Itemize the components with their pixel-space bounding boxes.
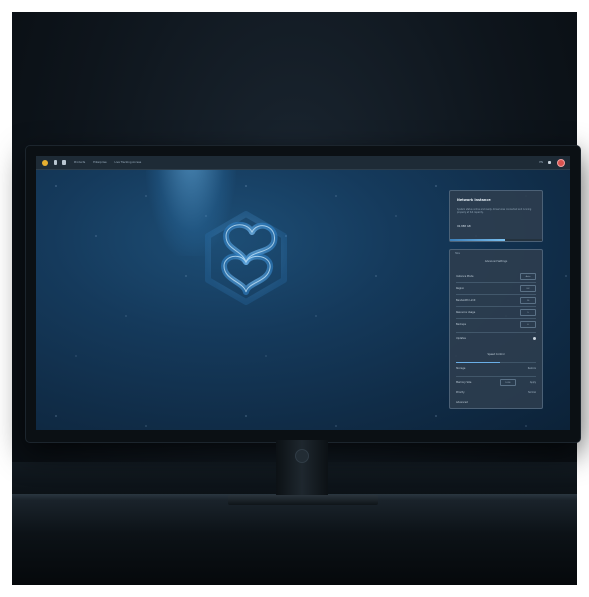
row-label: Bandwidth Limit <box>456 299 476 302</box>
memory-input[interactable]: 1024 <box>499 379 516 386</box>
card-description: System status online and ready. All serv… <box>457 208 532 215</box>
clipboard-icon[interactable] <box>62 160 66 165</box>
slider-fill <box>456 362 500 363</box>
hexagonal-knot-emblem-icon <box>205 211 287 305</box>
top-navigation-bar: Products Enterprise Live Tracking Access… <box>36 156 570 170</box>
divider <box>456 376 536 377</box>
settings-row-resource: Resource Usage 5 <box>456 308 536 317</box>
network-summary-card: Network Instance System status online an… <box>449 190 543 242</box>
row-label: Region <box>456 287 465 290</box>
card-value: 92,888 GB <box>457 225 471 228</box>
bandwidth-stepper[interactable]: 10 <box>520 297 536 304</box>
slider-label: Speed Control <box>487 353 505 356</box>
speed-control-row: Speed Control <box>456 350 536 359</box>
card-title: Network Instance <box>457 198 491 202</box>
row-label: Backups <box>456 323 467 326</box>
nav-item-live-tracking[interactable]: Live Tracking Access <box>115 161 142 164</box>
settings-panel: Tabs Advanced Settings Instance Mode Aut… <box>449 249 543 409</box>
card-progress-fill <box>450 239 506 241</box>
row-label: Instance Mode <box>456 275 474 278</box>
monitor-screen: Products Enterprise Live Tracking Access… <box>36 156 570 430</box>
settings-row-region: Region EU <box>456 284 536 293</box>
document-icon[interactable] <box>54 160 57 165</box>
panel-header: Tabs <box>455 252 460 255</box>
region-select[interactable]: EU <box>520 285 536 292</box>
settings-row-bandwidth: Bandwidth Limit 10 <box>456 296 536 305</box>
row-label: Storage <box>456 367 466 370</box>
apply-button[interactable]: Apply <box>530 381 536 384</box>
settings-row-backups: Backups 6 <box>456 320 536 329</box>
divider <box>456 294 536 295</box>
restore-button[interactable]: Restore <box>528 367 536 370</box>
language-selector[interactable]: EN <box>539 161 543 164</box>
row-label: Memory Size <box>456 381 472 384</box>
power-button[interactable] <box>295 449 309 463</box>
gear-icon[interactable] <box>533 337 536 340</box>
storage-row: Storage Restore <box>456 364 536 373</box>
speed-slider[interactable] <box>456 362 536 363</box>
backups-stepper[interactable]: 6 <box>520 321 536 328</box>
desk <box>12 500 577 585</box>
panel-footer: Advanced <box>456 398 536 407</box>
card-progress-bar <box>450 239 542 241</box>
nav-item-products[interactable]: Products <box>74 161 85 164</box>
instance-mode-select[interactable]: Auto <box>520 273 536 280</box>
divider <box>456 332 536 333</box>
divider <box>456 282 536 283</box>
row-label: Priority <box>456 391 465 394</box>
priority-row: Priority Normal <box>456 388 536 397</box>
priority-select[interactable]: Normal <box>528 391 536 394</box>
row-label: Updates <box>456 337 466 340</box>
settings-row-instance-mode: Instance Mode Auto <box>456 272 536 281</box>
monitor-stand-base <box>228 495 378 505</box>
divider <box>456 306 536 307</box>
nav-item-enterprise[interactable]: Enterprise <box>93 161 106 164</box>
logo-icon[interactable] <box>42 159 48 166</box>
avatar[interactable] <box>557 158 565 167</box>
footer-label: Advanced <box>456 401 468 404</box>
resource-stepper[interactable]: 5 <box>520 309 536 316</box>
settings-row-updates: Updates <box>456 334 536 343</box>
memory-row: Memory Size 1024 Apply <box>456 378 536 387</box>
divider <box>456 318 536 319</box>
bell-icon[interactable] <box>548 161 551 164</box>
row-label: Resource Usage <box>456 311 476 314</box>
panel-title: Advanced Settings <box>484 260 508 263</box>
